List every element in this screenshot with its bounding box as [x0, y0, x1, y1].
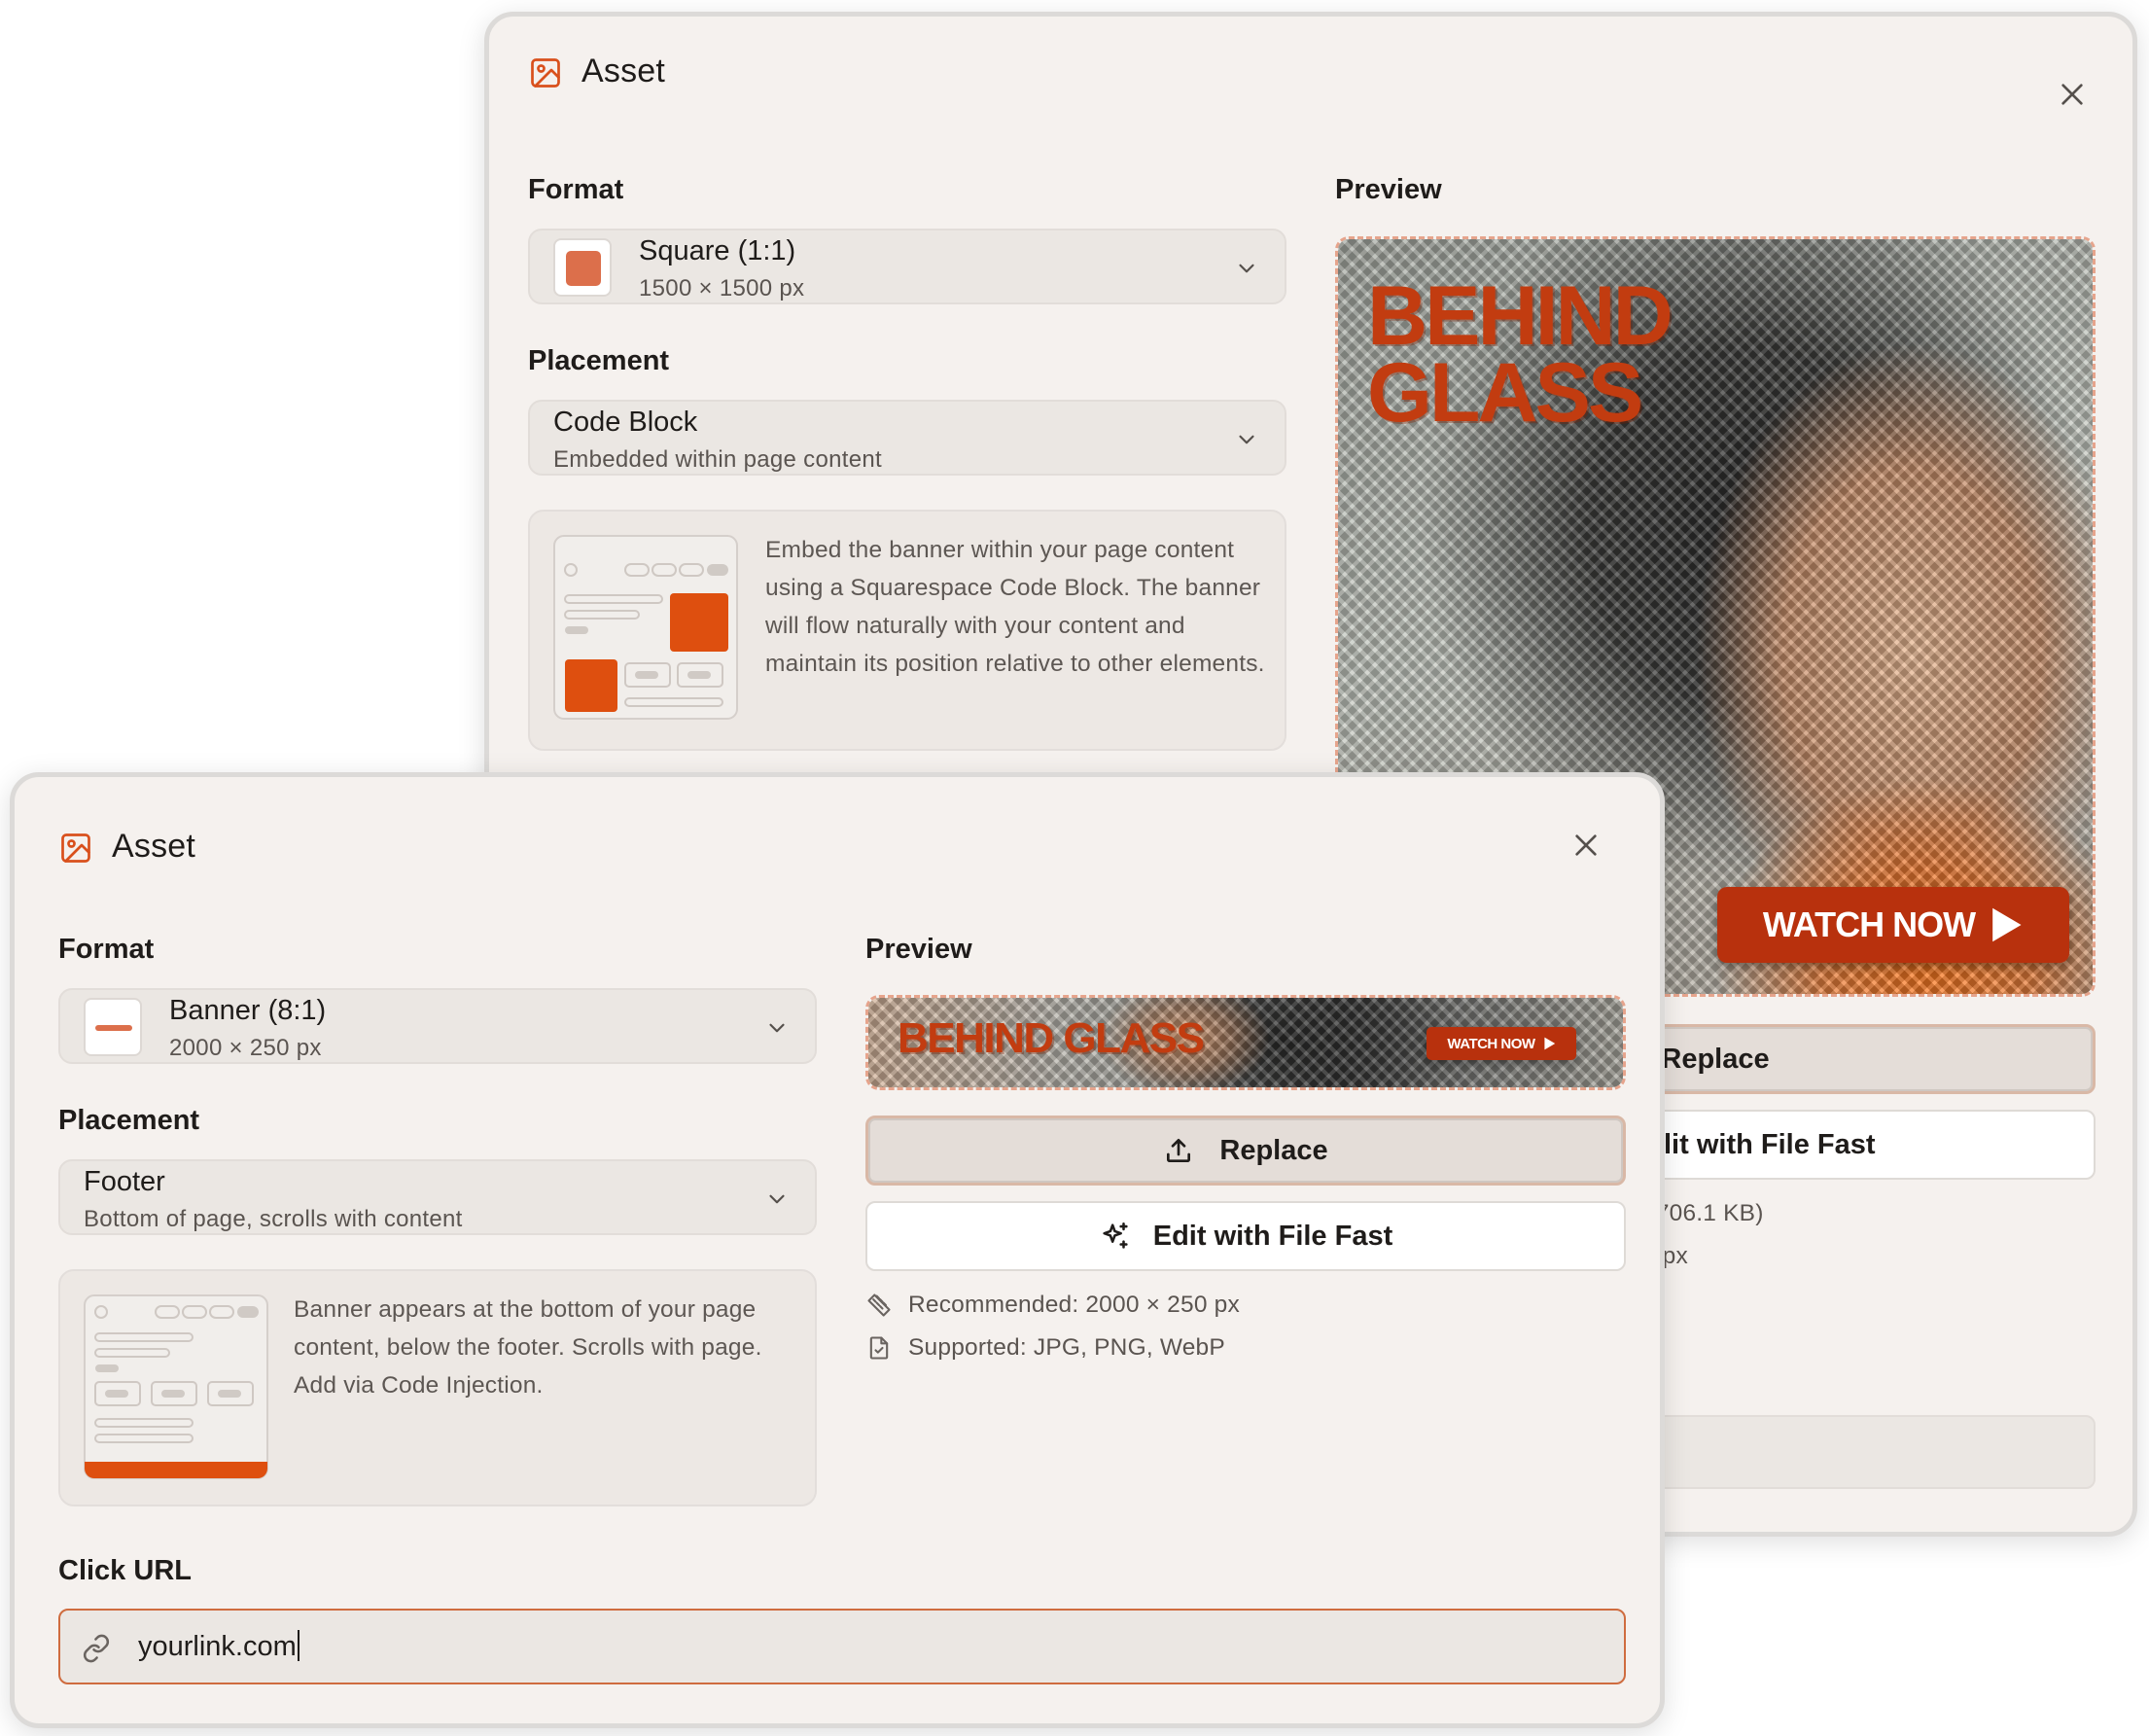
placement-select[interactable]: Footer Bottom of page, scrolls with cont…	[58, 1159, 817, 1235]
replace-button[interactable]: Replace	[865, 1116, 1626, 1186]
play-icon	[1544, 1037, 1555, 1050]
close-icon[interactable]	[1570, 830, 1602, 861]
code-block-layout-illustration	[553, 535, 738, 720]
upload-icon	[1167, 1139, 1191, 1162]
preview-cta: WATCH NOW	[1717, 887, 2069, 963]
sparkle-icon	[1103, 1222, 1128, 1249]
edit-with-file-fast-button[interactable]: Edit with File Fast	[865, 1201, 1626, 1271]
replace-label: Replace	[1661, 1043, 1770, 1075]
format-label: Format	[528, 174, 624, 205]
format-size: 1500 × 1500 px	[639, 275, 805, 301]
format-select[interactable]: Banner (8:1) 2000 × 250 px	[58, 988, 817, 1064]
dialog-title: Asset	[581, 53, 666, 89]
placement-label: Placement	[58, 1105, 200, 1136]
placement-info-box: Banner appears at the bottom of your pag…	[58, 1269, 817, 1506]
image-icon	[531, 58, 560, 88]
play-icon	[1992, 907, 2022, 942]
file-check-icon	[869, 1336, 889, 1360]
dialog-title: Asset	[112, 828, 196, 865]
placement-label: Placement	[528, 345, 670, 376]
edit-label: Edit with File Fast	[1152, 1220, 1393, 1252]
edit-label: lit with File Fast	[1664, 1128, 1876, 1160]
chevron-down-icon	[1239, 435, 1254, 444]
chevron-down-icon	[1239, 264, 1254, 273]
preview-headline: BEHIND GLASS	[898, 1014, 1205, 1062]
format-thumbnail	[553, 238, 612, 297]
placement-info-box: Embed the banner within your page conten…	[528, 510, 1286, 751]
image-icon	[61, 833, 90, 863]
format-label: Format	[58, 934, 155, 965]
banner-preview: BEHIND GLASS WATCH NOW	[865, 995, 1626, 1090]
placement-select[interactable]: Code Block Embedded within page content	[528, 400, 1286, 476]
ruler-icon	[867, 1293, 891, 1317]
format-title: Square (1:1)	[639, 235, 796, 266]
placement-description: Embedded within page content	[553, 446, 882, 473]
format-title: Banner (8:1)	[169, 995, 327, 1026]
replace-label: Replace	[1219, 1134, 1328, 1166]
placement-info-text: Banner appears at the bottom of your pag…	[294, 1296, 762, 1399]
recommended-text: Recommended: 2000 × 250 px	[908, 1292, 1240, 1318]
footer-layout-illustration	[84, 1294, 268, 1479]
click-url-input[interactable]: yourlink.com	[58, 1609, 1626, 1684]
preview-headline: BEHIND GLASS	[1367, 269, 1673, 441]
url-value: yourlink.com	[138, 1630, 299, 1663]
preview-label: Preview	[865, 934, 972, 965]
format-thumbnail	[84, 998, 142, 1056]
placement-title: Code Block	[553, 407, 698, 438]
placement-description: Bottom of page, scrolls with content	[84, 1206, 463, 1232]
click-url-label: Click URL	[58, 1555, 192, 1586]
recommended-size-row: Recommended: 2000 × 250 px	[865, 1292, 1240, 1319]
format-select[interactable]: Square (1:1) 1500 × 1500 px	[528, 229, 1286, 304]
supported-formats-row: Supported: JPG, PNG, WebP	[865, 1334, 1225, 1362]
preview-cta: WATCH NOW	[1427, 1027, 1576, 1060]
asset-dialog-front: Asset Format Banner (8:1) 2000 × 250 px …	[10, 772, 1665, 1728]
chevron-down-icon	[769, 1194, 785, 1204]
link-icon	[83, 1634, 110, 1663]
format-size: 2000 × 250 px	[169, 1035, 322, 1061]
chevron-down-icon	[769, 1023, 785, 1033]
close-icon[interactable]	[2057, 79, 2088, 110]
preview-label: Preview	[1335, 174, 1442, 205]
placement-title: Footer	[84, 1166, 165, 1197]
placement-info-text: Embed the banner within your page conten…	[765, 537, 1265, 677]
supported-text: Supported: JPG, PNG, WebP	[908, 1334, 1225, 1361]
